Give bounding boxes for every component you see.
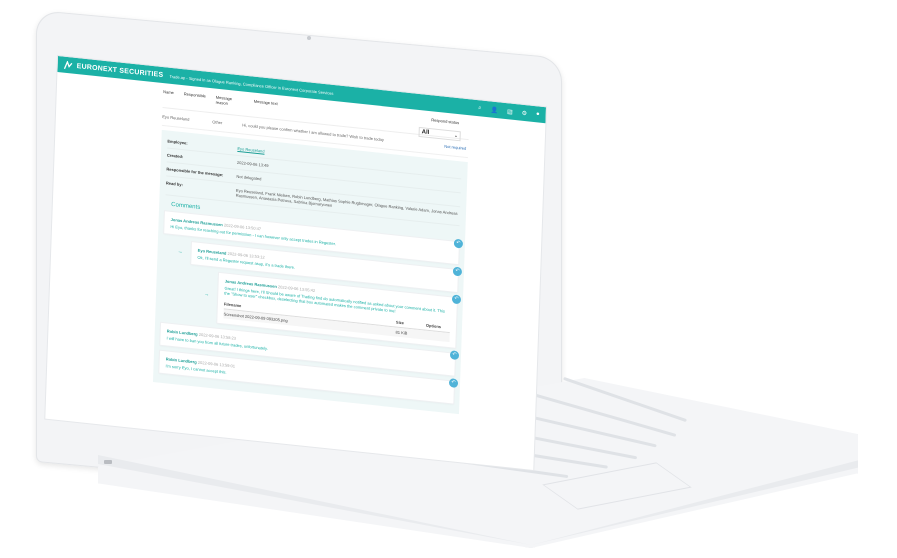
message-detail: Employee: Eyo Reuseland Created: 2022-09… xyxy=(152,129,468,415)
readby-label: Read by: xyxy=(165,180,183,188)
size-header: Size xyxy=(395,319,405,326)
reply-arrow-icon: → xyxy=(204,291,210,298)
file-size: 81 KiB xyxy=(395,329,408,336)
reply-icon[interactable]: ↶ xyxy=(449,350,460,361)
created-value: 2022-09-06 13:49 xyxy=(236,159,269,169)
filter-respond-status[interactable]: Respond status xyxy=(431,117,459,125)
status-select-value: All xyxy=(421,129,430,137)
report-icon[interactable]: ▤ xyxy=(507,108,513,116)
app-screen: EURONEXT SECURITIES Trade.ap - Signed in… xyxy=(45,56,546,470)
employee-link[interactable]: Eyo Reuseland xyxy=(237,146,264,154)
euronext-logo-icon xyxy=(63,60,73,69)
usb-port xyxy=(104,460,112,464)
main-content: Name Responsible Message reason Message … xyxy=(152,89,470,415)
reply-icon[interactable]: ↶ xyxy=(453,238,464,249)
reply-icon[interactable]: ↶ xyxy=(448,378,459,389)
reply-icon[interactable]: ↶ xyxy=(451,294,462,305)
message-type: Other xyxy=(212,119,223,126)
search-icon[interactable]: ⌕ xyxy=(478,105,482,112)
reply-icon[interactable]: ↶ xyxy=(452,266,463,277)
reply-arrow-icon: → xyxy=(177,248,183,256)
status-badge: Not required xyxy=(444,143,467,151)
filter-name[interactable]: Name xyxy=(163,89,174,95)
settings-icon[interactable]: ⚙ xyxy=(522,109,528,117)
notifications-icon[interactable]: ● xyxy=(536,111,540,118)
message-from: Eyo Reuseland xyxy=(162,113,190,122)
options-header: Options xyxy=(425,322,442,330)
webcam xyxy=(307,36,311,40)
chevron-down-icon: ⌄ xyxy=(454,132,458,138)
brand-name: EURONEXT SECURITIES xyxy=(76,62,164,79)
filter-responsible[interactable]: Responsible xyxy=(184,91,206,98)
user-icon[interactable]: 👤 xyxy=(490,106,498,114)
file-options[interactable] xyxy=(426,333,450,341)
filter-message-reason[interactable]: Message reason xyxy=(216,95,244,108)
